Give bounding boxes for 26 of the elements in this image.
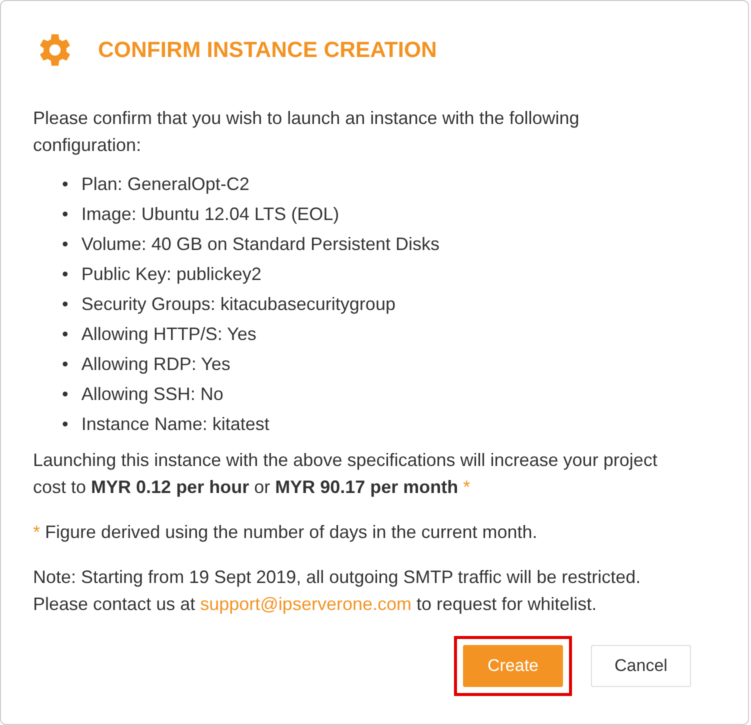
create-button[interactable]: Create	[463, 645, 563, 687]
list-bullet: •	[62, 263, 68, 286]
list-bullet: •	[62, 233, 68, 256]
list-bullet: •	[62, 203, 68, 226]
cancel-button[interactable]: Cancel	[591, 645, 691, 687]
config-item: Allowing HTTP/S: Yes	[81, 323, 256, 346]
config-item: Instance Name: kitatest	[81, 413, 270, 436]
list-bullet: •	[62, 173, 68, 196]
list-bullet: •	[62, 323, 68, 346]
intro-text: Please confirm that you wish to launch an instance with the following configuration:	[33, 107, 580, 157]
footnote-text: * Figure derived using the number of days in the current month.	[33, 521, 538, 544]
config-item: Security Groups: kitacubasecuritygroup	[81, 293, 396, 316]
config-item: Plan: GeneralOpt-C2	[81, 173, 250, 196]
dialog-title: CONFIRM INSTANCE CREATION	[98, 37, 437, 63]
cost-text: Launching this instance with the above specifications will increase your project cost to MYR 0.12 per hour or MYR 90.17 per month *	[33, 449, 658, 499]
list-bullet: •	[62, 413, 68, 436]
config-item: Volume: 40 GB on Standard Persistent Disks	[81, 233, 440, 256]
list-bullet: •	[62, 293, 68, 316]
config-item: Allowing SSH: No	[81, 383, 224, 406]
email-link[interactable]: support@ipserverone.com	[200, 594, 412, 614]
config-item: Allowing RDP: Yes	[81, 353, 230, 376]
list-bullet: •	[62, 383, 68, 406]
note-text: Note: Starting from 19 Sept 2019, all outgoing SMTP traffic will be restricted. Please contact us at support@ipserverone.com to request for whitelist.	[33, 566, 642, 616]
list-bullet: •	[62, 353, 68, 376]
config-item: Image: Ubuntu 12.04 LTS (EOL)	[81, 203, 340, 226]
config-item: Public Key: publickey2	[81, 263, 262, 286]
